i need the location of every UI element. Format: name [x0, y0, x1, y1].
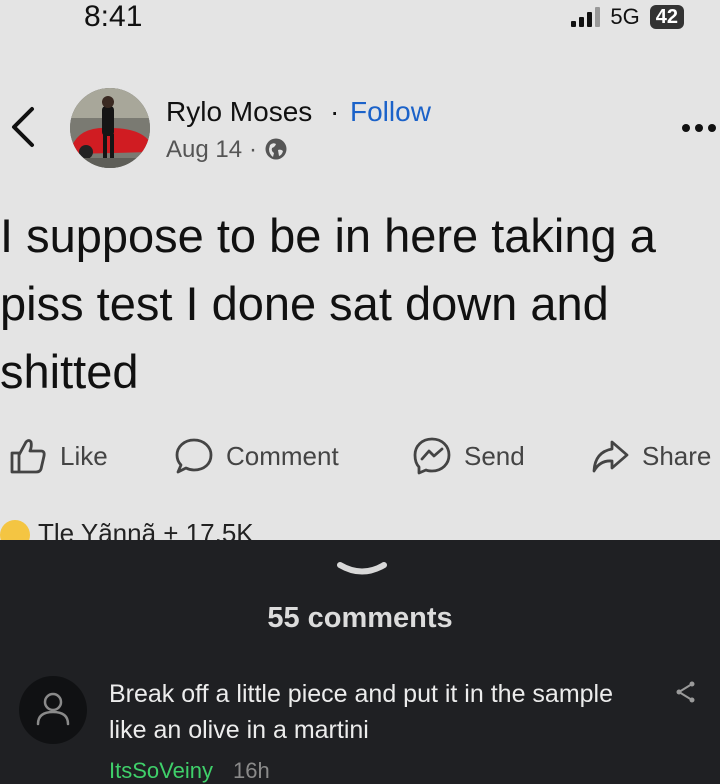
author-avatar[interactable] — [70, 88, 150, 168]
send-button[interactable]: Send — [412, 436, 525, 476]
post-date[interactable]: Aug 14 — [166, 136, 242, 164]
network-label: 5G — [610, 4, 640, 29]
more-options-icon[interactable] — [682, 124, 716, 132]
reactions-text: Tle Yãnnã + 17.5K — [38, 518, 254, 540]
comment-label: Comment — [226, 440, 339, 471]
thumbs-up-icon — [8, 436, 48, 476]
share-icon[interactable] — [674, 680, 698, 709]
back-icon[interactable] — [10, 105, 36, 154]
comment-time: 16h — [233, 758, 270, 783]
globe-icon — [264, 137, 288, 166]
date-separator: · — [249, 136, 257, 163]
comment-bubble-icon — [174, 436, 214, 476]
share-button[interactable]: Share — [590, 436, 711, 476]
comment-button[interactable]: Comment — [174, 436, 339, 476]
user-icon — [36, 692, 70, 726]
like-label: Like — [60, 440, 108, 471]
author-name[interactable]: Rylo Moses — [166, 96, 312, 128]
status-indicators: 5G 42 — [571, 4, 684, 30]
battery-icon: 42 — [649, 5, 684, 29]
author-separator: · — [330, 96, 340, 127]
messenger-icon — [412, 436, 452, 476]
share-label: Share — [642, 440, 712, 471]
post-screen: 8:41 5G 42 Rylo Moses · Follow Aug 14 · … — [0, 0, 720, 540]
comment-username[interactable]: ItsSoVeiny — [109, 758, 213, 784]
post-text: I suppose to be in here taking a piss te… — [0, 209, 656, 398]
comments-count: 55 comments — [267, 602, 453, 634]
comment-text: Break off a little piece and put it in t… — [109, 680, 614, 744]
send-label: Send — [464, 440, 525, 471]
share-arrow-icon — [590, 436, 630, 476]
like-button[interactable]: Like — [8, 436, 108, 476]
status-time: 8:41 — [84, 0, 143, 33]
haha-reaction-icon — [0, 520, 30, 540]
follow-button[interactable]: Follow — [350, 96, 431, 128]
commenter-avatar[interactable] — [19, 676, 87, 744]
signal-icon — [571, 7, 601, 27]
chevron-down-icon[interactable] — [336, 560, 388, 585]
reactions-summary[interactable]: Tle Yãnnã + 17.5K — [0, 516, 300, 540]
